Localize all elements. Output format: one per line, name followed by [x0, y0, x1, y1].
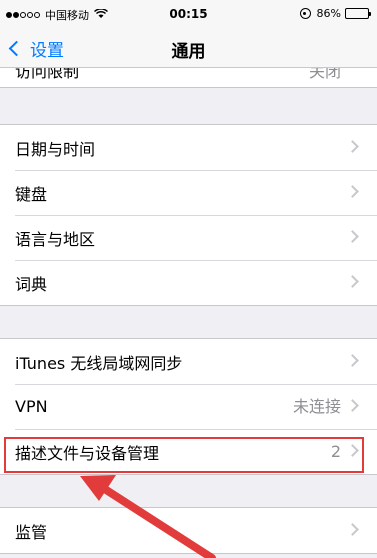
annotation-arrow [80, 475, 216, 558]
screen: 中国移动 00:15 86% 设置 通用 访问限制 关闭 日期与时间 键盘 语言… [0, 0, 377, 558]
